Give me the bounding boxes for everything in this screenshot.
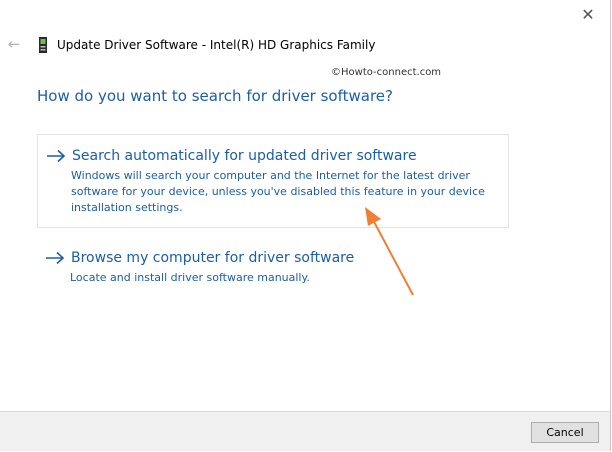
right-arrow-icon	[46, 251, 65, 265]
dialog-title: Update Driver Software - Intel(R) HD Gra…	[57, 38, 376, 52]
dialog-title-bar: Update Driver Software - Intel(R) HD Gra…	[38, 35, 375, 55]
search-automatically-option[interactable]: Search automatically for updated driver …	[37, 134, 509, 228]
back-arrow-icon: ←	[7, 35, 21, 53]
dialog-footer: Cancel	[0, 411, 610, 451]
watermark: ©Howto-connect.com	[331, 67, 442, 78]
option-title: Search automatically for updated driver …	[72, 148, 417, 164]
page-heading: How do you want to search for driver sof…	[37, 87, 393, 105]
right-arrow-icon	[47, 149, 66, 163]
option-description: Windows will search your computer and th…	[71, 169, 485, 214]
option-title: Browse my computer for driver software	[71, 250, 355, 266]
update-driver-dialog: ✕ ← Update Driver Software - Intel(R) HD…	[0, 0, 611, 451]
cancel-button[interactable]: Cancel	[531, 422, 599, 443]
browse-computer-option[interactable]: Browse my computer for driver software L…	[37, 237, 509, 291]
close-icon: ✕	[581, 4, 595, 24]
back-button[interactable]: ←	[4, 33, 24, 55]
graphics-card-icon	[39, 37, 47, 53]
option-description: Locate and install driver software manua…	[70, 271, 310, 284]
close-button[interactable]: ✕	[568, 0, 608, 28]
